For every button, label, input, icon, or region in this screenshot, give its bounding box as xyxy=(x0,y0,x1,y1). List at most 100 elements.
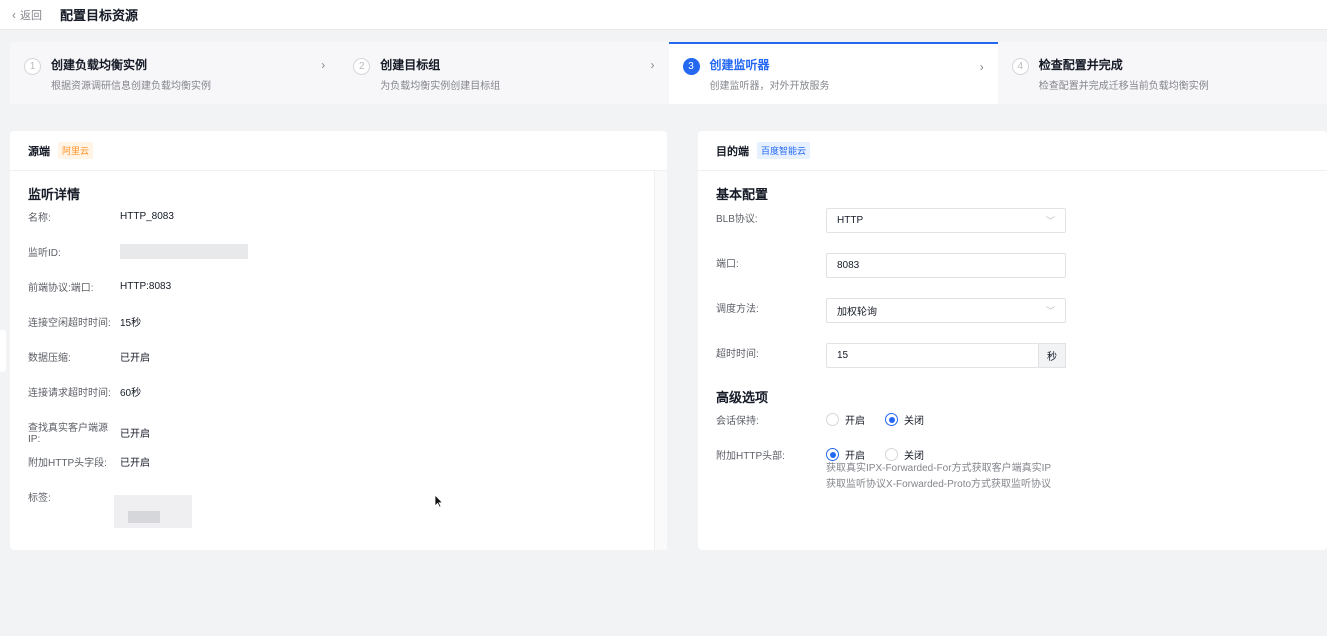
chevron-down-icon: ﹀ xyxy=(1045,306,1055,316)
field-label: 连接请求超时时间: xyxy=(28,388,111,399)
basic-config-title: 基本配置 xyxy=(716,187,769,202)
chevron-left-icon: ‹ xyxy=(12,7,16,22)
chevron-down-icon: ﹀ xyxy=(1045,216,1055,226)
schedule-label: 调度方法: xyxy=(716,304,759,315)
source-panel-header: 源端 阿里云 xyxy=(10,131,667,171)
step-title: 检查配置并完成 xyxy=(1038,58,1123,72)
field-value: 60秒 xyxy=(120,388,142,399)
step-desc: 创建监听器，对外开放服务 xyxy=(709,81,830,92)
timeout-value: 15 xyxy=(837,350,849,361)
timeout-label: 超时时间: xyxy=(716,349,759,360)
step-title: 创建监听器 xyxy=(709,58,770,72)
protocol-value: HTTP xyxy=(837,215,864,226)
redacted-tags xyxy=(114,495,192,528)
target-head: 目的端 xyxy=(716,145,749,158)
timeout-input[interactable]: 15 xyxy=(826,343,1038,368)
field-value: HTTP_8083 xyxy=(120,211,174,222)
protocol-label: BLB协议: xyxy=(716,214,758,225)
field-idle-timeout: 连接空闲超时时间: 15秒 xyxy=(28,314,141,329)
schedule-select[interactable]: 加权轮询 ﹀ xyxy=(826,298,1066,323)
step-2[interactable]: 2 创建目标组 为负载均衡实例创建目标组 › xyxy=(339,42,668,104)
field-value: 已开启 xyxy=(120,428,150,440)
header-hint-1: 获取真实IPX-Forwarded-For方式获取客户端真实IP xyxy=(826,463,1052,474)
http-header-label: 附加HTTP头部: xyxy=(716,451,785,462)
field-value: 已开启 xyxy=(120,458,150,469)
radio-label: 开启 xyxy=(845,416,865,427)
session-off-radio[interactable]: 关闭 xyxy=(885,412,924,427)
protocol-select[interactable]: HTTP ﹀ xyxy=(826,208,1066,233)
radio-label: 开启 xyxy=(845,451,865,462)
step-4[interactable]: 4 检查配置并完成 检查配置并完成迁移当前负载均衡实例 xyxy=(998,42,1327,104)
target-tag: 百度智能云 xyxy=(757,142,811,159)
field-name: 名称: HTTP_8083 xyxy=(28,209,174,224)
field-listener-id: 监听ID: xyxy=(28,244,248,259)
timeout-unit: 秒 xyxy=(1038,343,1066,368)
step-title: 创建目标组 xyxy=(380,58,441,72)
field-label: 附加HTTP头字段: xyxy=(28,458,107,469)
field-request-timeout: 连接请求超时时间: 60秒 xyxy=(28,384,141,399)
back-label: 返回 xyxy=(20,9,42,22)
target-panel: 目的端 百度智能云 基本配置 BLB协议: HTTP ﹀ 端口: 8083 调度… xyxy=(698,131,1327,550)
port-input[interactable]: 8083 xyxy=(826,253,1066,278)
radio-circle xyxy=(826,413,839,426)
field-label: 标签: xyxy=(28,493,51,504)
redacted-value xyxy=(120,244,248,259)
mouse-cursor-icon xyxy=(434,494,444,508)
source-panel: 源端 阿里云 监听详情 名称: HTTP_8083 监听ID: 前端协议:端口:… xyxy=(10,131,667,550)
session-label: 会话保持: xyxy=(716,416,759,427)
page-title: 配置目标资源 xyxy=(60,8,139,23)
field-value: 已开启 xyxy=(120,353,150,364)
header-hint-2: 获取监听协议X-Forwarded-Proto方式获取监听协议 xyxy=(826,479,1052,490)
header-off-radio[interactable]: 关闭 xyxy=(885,447,924,462)
target-panel-header: 目的端 百度智能云 xyxy=(698,131,1327,171)
field-label: 监听ID: xyxy=(28,248,61,259)
side-collapse-handle[interactable] xyxy=(0,330,6,372)
port-row: 端口: 8083 xyxy=(716,253,1066,278)
field-value: 15秒 xyxy=(120,318,142,329)
step-1[interactable]: 1 创建负载均衡实例 根据资源调研信息创建负载均衡实例 › xyxy=(10,42,339,104)
chevron-right-icon: › xyxy=(321,58,326,72)
field-label: 前端协议:端口: xyxy=(28,283,94,294)
scrollbar[interactable] xyxy=(654,171,667,550)
schedule-value: 加权轮询 xyxy=(837,307,877,318)
radio-circle-checked xyxy=(826,448,839,461)
step-desc: 根据资源调研信息创建负载均衡实例 xyxy=(51,81,211,92)
field-protocol-port: 前端协议:端口: HTTP:8083 xyxy=(28,279,171,294)
session-row: 会话保持: 开启 关闭 xyxy=(716,412,944,427)
step-number: 3 xyxy=(682,58,700,75)
source-head: 源端 xyxy=(28,145,50,158)
radio-label: 关闭 xyxy=(904,451,924,462)
field-label: 连接空闲超时时间: xyxy=(28,318,111,329)
step-number: 1 xyxy=(24,58,41,75)
port-label: 端口: xyxy=(716,259,739,270)
chevron-right-icon: › xyxy=(979,60,984,74)
header-on-radio[interactable]: 开启 xyxy=(826,447,865,462)
back-link[interactable]: ‹ 返回 xyxy=(12,7,42,23)
step-3[interactable]: 3 创建监听器 创建监听器，对外开放服务 › xyxy=(668,42,998,104)
http-header-row: 附加HTTP头部: 开启 关闭 xyxy=(716,447,944,462)
field-value: HTTP:8083 xyxy=(120,281,172,292)
listener-details-title: 监听详情 xyxy=(28,187,81,202)
timeout-row: 超时时间: 15 秒 xyxy=(716,343,1066,368)
session-on-radio[interactable]: 开启 xyxy=(826,412,865,427)
field-real-ip: 查找真实客户端源IP: 已开启 xyxy=(28,419,150,445)
top-bar: ‹ 返回 配置目标资源 xyxy=(0,0,1327,30)
field-label: 数据压缩: xyxy=(28,353,71,364)
radio-circle-checked xyxy=(885,413,898,426)
step-desc: 为负载均衡实例创建目标组 xyxy=(380,81,501,92)
steps-bar: 1 创建负载均衡实例 根据资源调研信息创建负载均衡实例 › 2 创建目标组 为负… xyxy=(10,42,1327,104)
step-number: 2 xyxy=(353,58,371,75)
chevron-right-icon: › xyxy=(650,58,655,72)
field-label: 名称: xyxy=(28,213,51,224)
port-value: 8083 xyxy=(837,260,860,271)
radio-label: 关闭 xyxy=(904,416,924,427)
source-tag: 阿里云 xyxy=(58,142,94,159)
schedule-row: 调度方法: 加权轮询 ﹀ xyxy=(716,298,1066,323)
redacted-block xyxy=(128,511,160,523)
step-number: 4 xyxy=(1011,58,1029,75)
field-tags: 标签: xyxy=(28,489,120,504)
radio-circle xyxy=(885,448,898,461)
field-label: 查找真实客户端源IP: xyxy=(28,423,108,445)
step-title: 创建负载均衡实例 xyxy=(51,58,148,72)
field-http-header: 附加HTTP头字段: 已开启 xyxy=(28,454,150,469)
